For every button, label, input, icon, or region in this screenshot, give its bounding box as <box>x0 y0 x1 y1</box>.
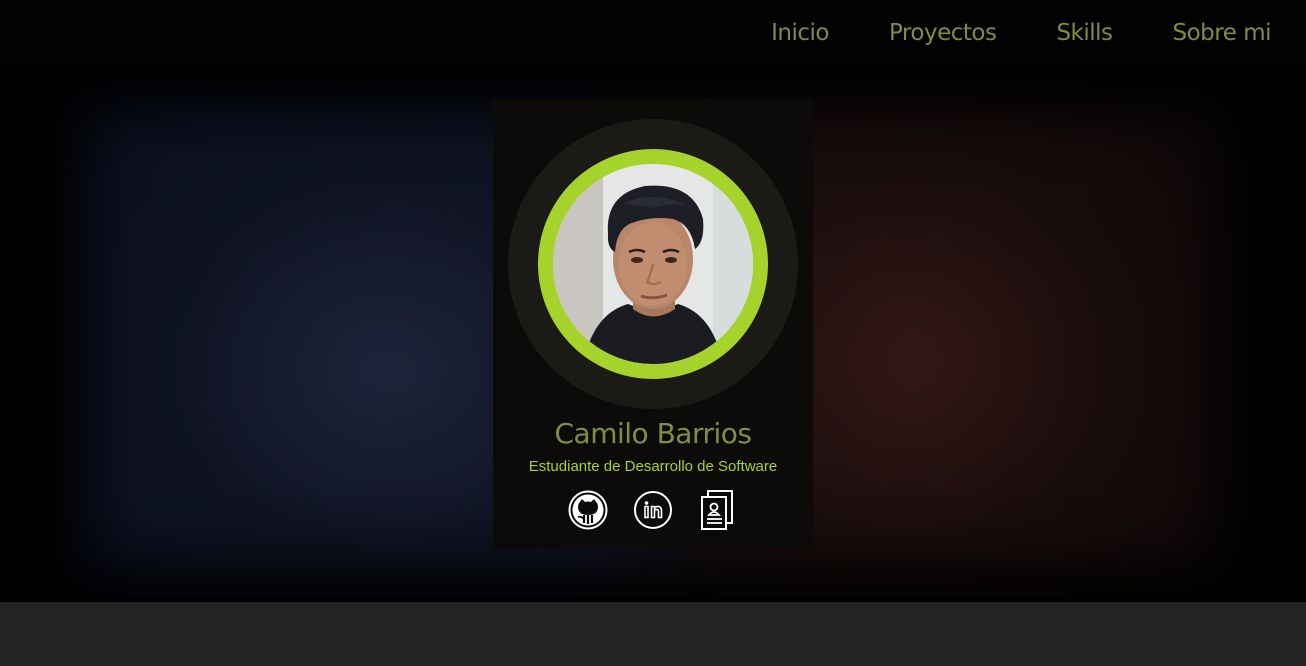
profile-name: Camilo Barrios <box>554 417 752 450</box>
navbar: Inicio Proyectos Skills Sobre mi <box>0 0 1306 68</box>
github-icon <box>568 490 608 530</box>
nav-link-proyectos[interactable]: Proyectos <box>889 20 997 48</box>
resume-link[interactable] <box>697 489 739 531</box>
avatar-ring <box>538 149 768 379</box>
profile-card: Camilo Barrios Estudiante de Desarrollo … <box>493 99 813 549</box>
linkedin-icon <box>634 491 672 529</box>
nav-link-sobre-mi[interactable]: Sobre mi <box>1173 20 1272 48</box>
avatar-outer-ring <box>508 119 798 409</box>
footer <box>0 602 1306 666</box>
profile-photo-image <box>553 164 753 364</box>
github-link[interactable] <box>567 489 609 531</box>
nav-link-skills[interactable]: Skills <box>1056 20 1113 48</box>
linkedin-link[interactable] <box>632 489 674 531</box>
nav-link-inicio[interactable]: Inicio <box>771 20 829 48</box>
nav-menu: Inicio Proyectos Skills Sobre mi <box>771 0 1271 68</box>
profile-subtitle: Estudiante de Desarrollo de Software <box>528 458 778 475</box>
social-links <box>567 488 739 532</box>
document-icon <box>701 490 733 530</box>
profile-photo <box>553 164 753 364</box>
